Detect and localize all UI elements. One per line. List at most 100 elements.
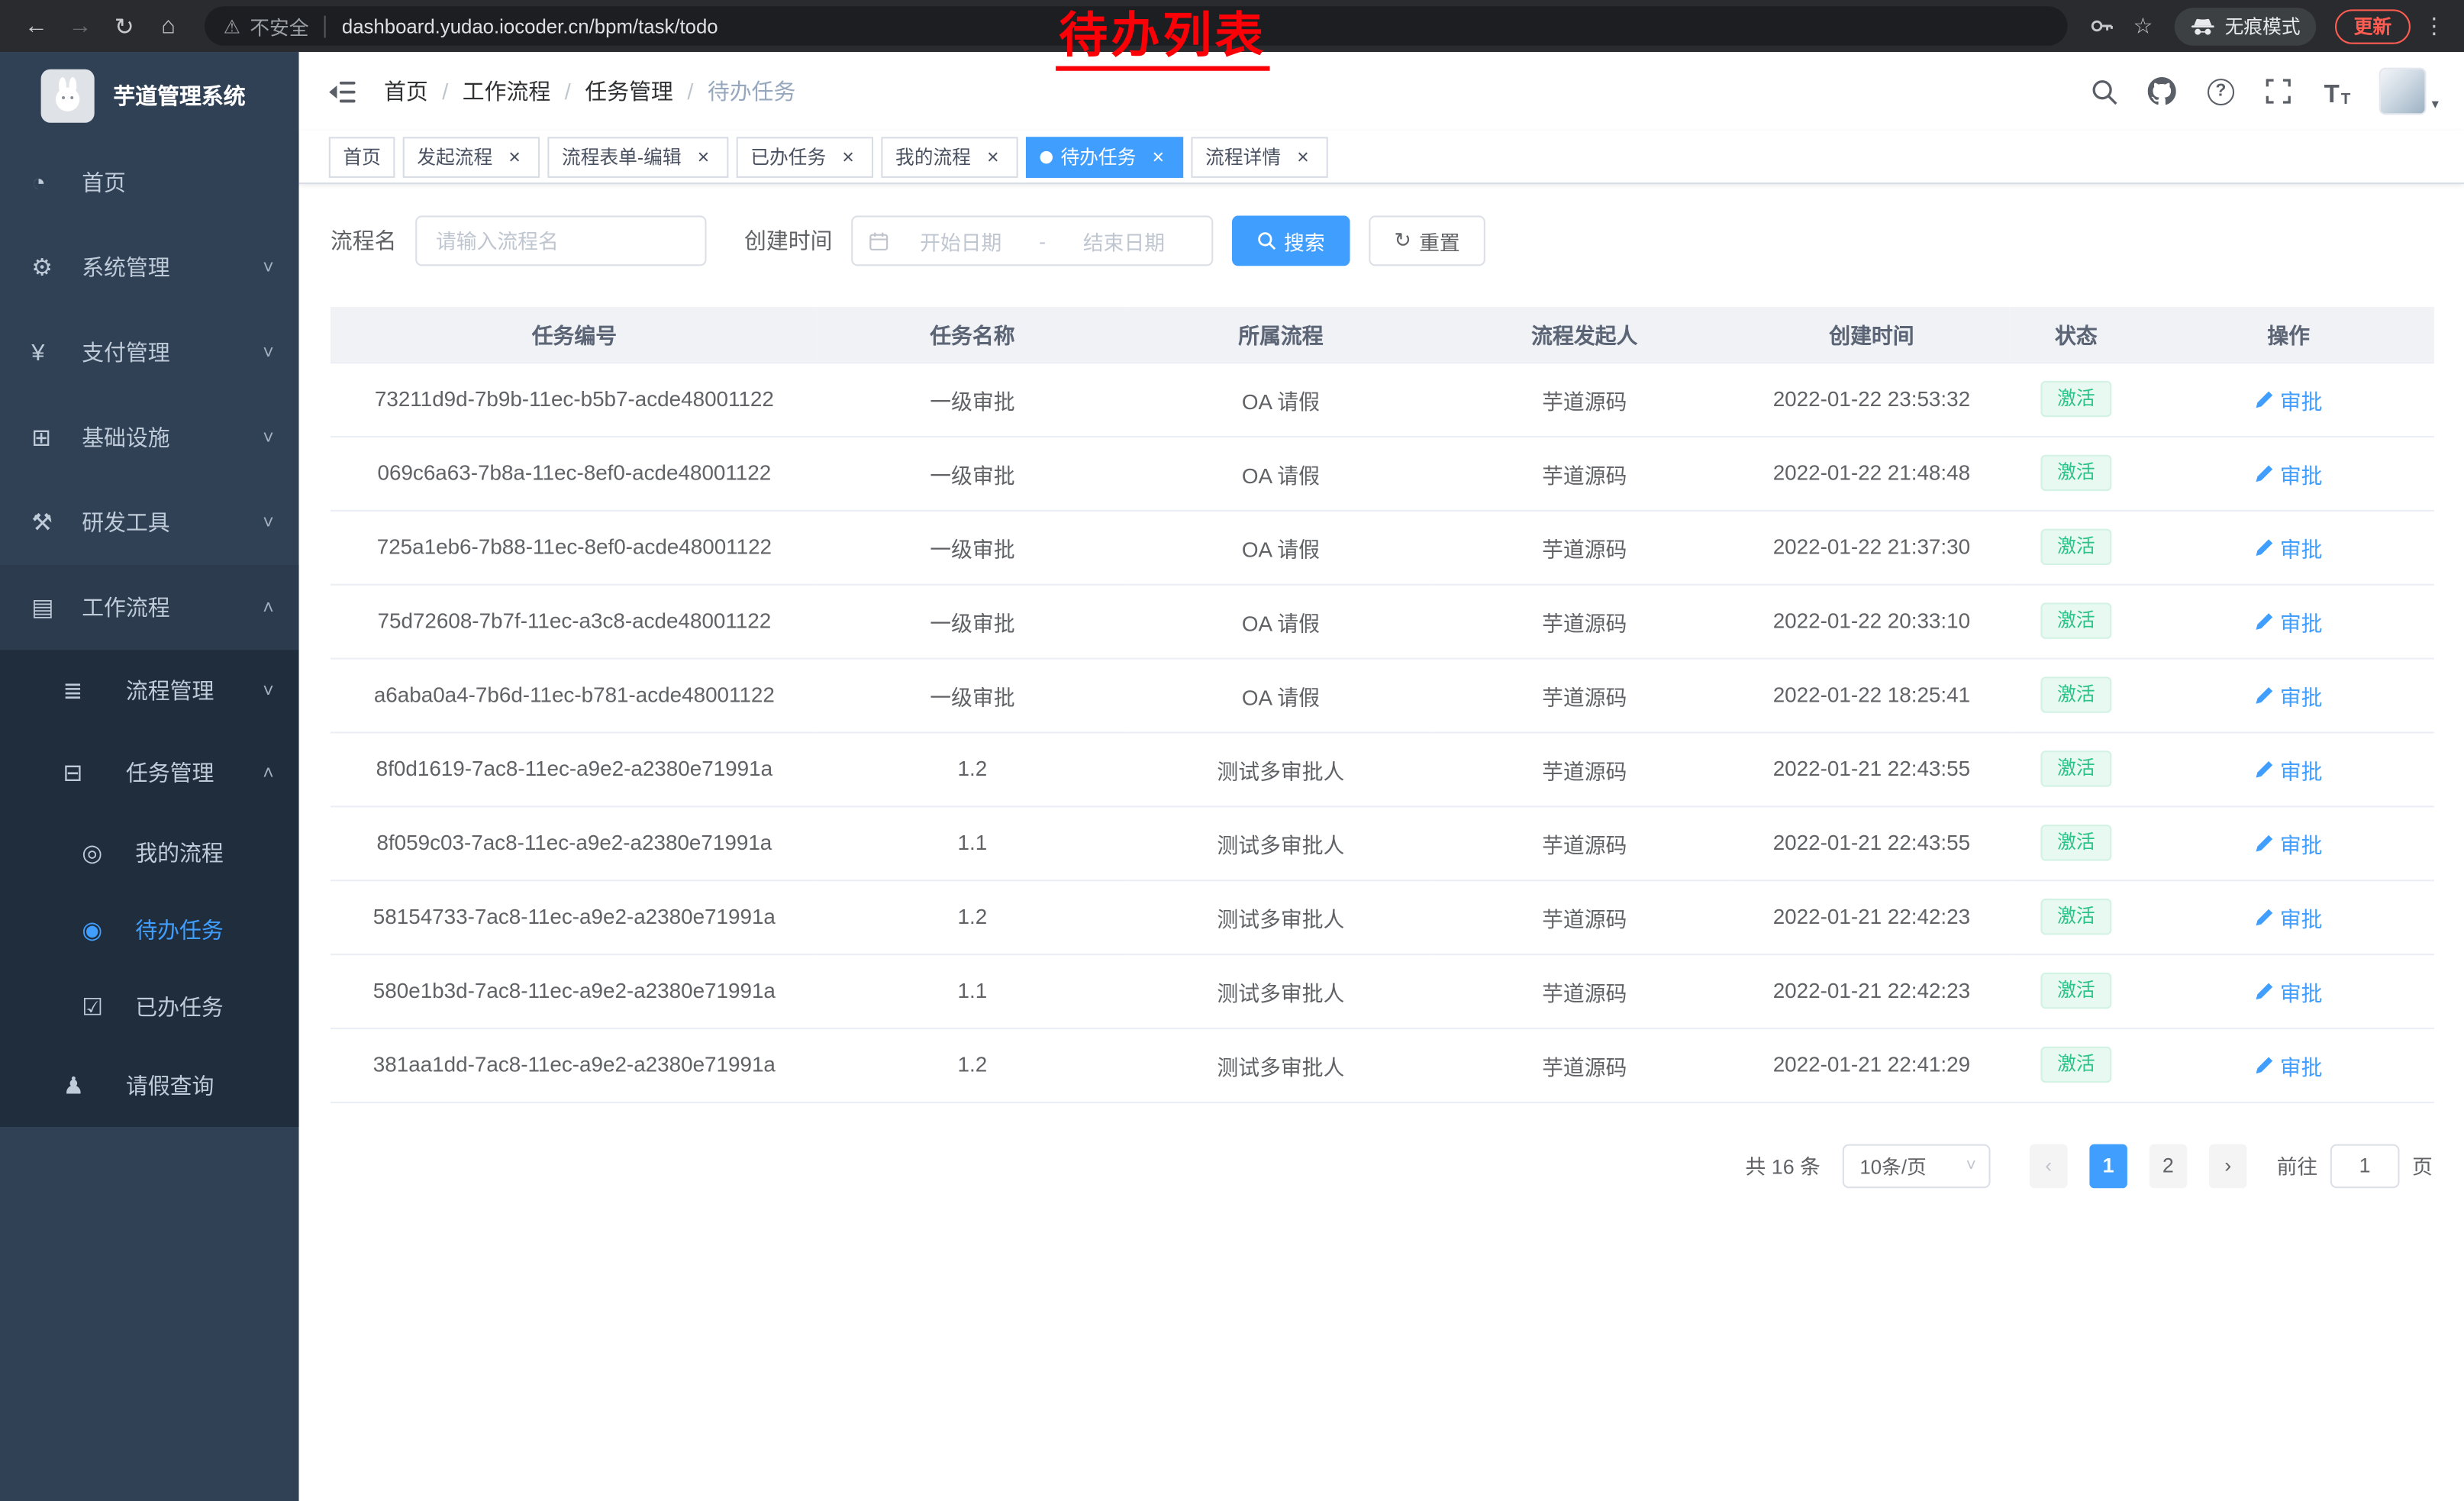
approve-link[interactable]: 审批 — [2255, 975, 2323, 1006]
sidebar-item-label: 支付管理 — [82, 337, 169, 368]
breadcrumb-item[interactable]: 首页 — [384, 76, 428, 107]
date-range-picker[interactable]: 开始日期 - 结束日期 — [851, 215, 1213, 266]
close-icon[interactable]: × — [837, 146, 859, 168]
close-icon[interactable]: × — [504, 146, 526, 168]
close-icon[interactable]: × — [1292, 146, 1314, 168]
approve-label: 审批 — [2280, 605, 2323, 637]
incognito-label: 无痕模式 — [2225, 12, 2301, 39]
approve-label: 审批 — [2280, 457, 2323, 489]
tab-label: 我的流程 — [895, 144, 971, 170]
approve-link[interactable]: 审批 — [2255, 827, 2323, 858]
sidebar-collapse-icon[interactable] — [324, 74, 359, 108]
sidebar-item-系统管理[interactable]: ⚙系统管理˅ — [0, 225, 299, 310]
approve-link[interactable]: 审批 — [2255, 383, 2323, 415]
page-button-2[interactable]: 2 — [2150, 1144, 2187, 1188]
cell-process: 测试多审批人 — [1127, 880, 1435, 954]
approve-link[interactable]: 审批 — [2255, 531, 2323, 563]
approve-link[interactable]: 审批 — [2255, 753, 2323, 784]
search-icon[interactable] — [2088, 74, 2120, 108]
cell-id: 75d72608-7b7f-11ec-a3c8-acde48001122 — [331, 584, 818, 658]
tab-发起流程[interactable]: 发起流程× — [403, 136, 540, 177]
tab-label: 流程详情 — [1205, 144, 1281, 170]
cell-name: 1.1 — [818, 954, 1127, 1028]
fullscreen-icon[interactable] — [2263, 74, 2295, 108]
help-icon[interactable]: ? — [2205, 74, 2237, 108]
browser-back-icon[interactable]: ← — [16, 5, 57, 47]
tab-我的流程[interactable]: 我的流程 × — [881, 136, 1018, 177]
sidebar-item-支付管理[interactable]: ¥支付管理˅ — [0, 310, 299, 395]
close-icon[interactable]: × — [1147, 146, 1169, 168]
prev-page-button[interactable]: ‹ — [2030, 1144, 2067, 1188]
cell-action: 审批 — [2143, 805, 2433, 880]
incognito-badge[interactable]: 无痕模式 — [2175, 7, 2317, 44]
approve-link[interactable]: 审批 — [2255, 1049, 2323, 1080]
tab-label: 已办任务 — [750, 144, 826, 170]
pagination: 共 16 条 10条/页 ˅ ‹ 12 › 前往 页 — [331, 1144, 2433, 1188]
sidebar-item-研发工具[interactable]: ⚒研发工具˅ — [0, 480, 299, 565]
sidebar-item-基础设施[interactable]: ⊞基础设施˅ — [0, 395, 299, 479]
address-bar[interactable]: ⚠ 不安全 dashboard.yudao.iocoder.cn/bpm/tas… — [205, 6, 2068, 46]
github-icon[interactable] — [2147, 74, 2179, 108]
tab-待办任务[interactable]: 待办任务× — [1026, 136, 1183, 177]
close-icon[interactable]: × — [982, 146, 1004, 168]
tab-已办任务[interactable]: 已办任务 × — [737, 136, 873, 177]
sidebar-item-工作流程[interactable]: ▤工作流程˄ — [0, 565, 299, 650]
column-header-所属流程: 所属流程 — [1127, 307, 1435, 362]
breadcrumb-item[interactable]: 任务管理 — [585, 76, 672, 107]
browser-menu-icon[interactable]: ⋮ — [2420, 12, 2448, 39]
next-page-button[interactable]: › — [2209, 1144, 2246, 1188]
main-panel: 首页/工作流程/任务管理/待办任务 ? — [299, 52, 2464, 1501]
cell-action: 审批 — [2143, 584, 2433, 658]
approve-link[interactable]: 审批 — [2255, 901, 2323, 932]
sidebar-item-任务管理[interactable]: ⊟任务管理˄ — [0, 732, 299, 814]
browser-refresh-icon[interactable]: ↻ — [104, 5, 145, 47]
app-logo[interactable]: 芋道管理系统 — [0, 52, 299, 140]
password-key-icon[interactable] — [2083, 7, 2121, 44]
bookmark-star-icon[interactable]: ☆ — [2124, 7, 2162, 44]
omnibox-divider — [324, 15, 326, 37]
approve-link[interactable]: 审批 — [2255, 457, 2323, 489]
cell-starter: 芋道源码 — [1435, 954, 1734, 1028]
approve-link[interactable]: 审批 — [2255, 605, 2323, 637]
close-icon[interactable]: × — [692, 146, 714, 168]
goto-page-input[interactable] — [2330, 1144, 2400, 1188]
reset-button[interactable]: ↻ 重置 — [1369, 215, 1485, 266]
status-badge: 激活 — [2042, 1047, 2111, 1082]
font-size-icon[interactable]: TT — [2321, 74, 2353, 108]
breadcrumb-separator: / — [442, 79, 448, 104]
cell-process: 测试多审批人 — [1127, 732, 1435, 806]
tab-流程详情[interactable]: 流程详情 × — [1192, 136, 1328, 177]
process-name-input[interactable] — [415, 215, 706, 266]
task-table: 任务编号任务名称所属流程流程发起人创建时间状态操作 73211d9d-7b9b-… — [331, 307, 2434, 1102]
cell-starter: 芋道源码 — [1435, 510, 1734, 584]
chevron-up-icon: ˄ — [263, 596, 273, 618]
tab-label: 首页 — [343, 144, 381, 170]
sidebar-item-我的流程[interactable]: ◎我的流程 — [0, 814, 299, 891]
tab-首页[interactable]: 首页 — [329, 136, 395, 177]
sidebar-item-流程管理[interactable]: ≣流程管理˅ — [0, 650, 299, 731]
approve-link[interactable]: 审批 — [2255, 679, 2323, 710]
user-menu[interactable]: ▾ — [2380, 68, 2439, 115]
page-button-1[interactable]: 1 — [2089, 1144, 2127, 1188]
status-badge: 激活 — [2042, 529, 2111, 564]
incognito-spy-icon — [2190, 17, 2215, 36]
cell-time: 2022-01-22 18:25:41 — [1734, 658, 2010, 732]
sidebar-item-请假查询[interactable]: ♟请假查询 — [0, 1045, 299, 1127]
tab-流程表单-编辑[interactable]: 流程表单-编辑× — [547, 136, 728, 177]
search-button[interactable]: 搜索 — [1232, 215, 1350, 266]
cell-name: 1.2 — [818, 880, 1127, 954]
page-size-select[interactable]: 10条/页 ˅ — [1843, 1144, 1991, 1188]
app-frame: 芋道管理系统 ◔首页⚙系统管理˅¥支付管理˅⊞基础设施˅⚒研发工具˅▤工作流程˄… — [0, 52, 2464, 1501]
sidebar-item-已办任务[interactable]: ☑已办任务 — [0, 968, 299, 1045]
browser-forward-icon[interactable]: → — [60, 5, 101, 47]
security-label: 不安全 — [250, 11, 308, 40]
cell-process: OA 请假 — [1127, 510, 1435, 584]
breadcrumb-item[interactable]: 工作流程 — [463, 76, 550, 107]
sidebar-item-首页[interactable]: ◔首页 — [0, 140, 299, 224]
cell-starter: 芋道源码 — [1435, 1028, 1734, 1102]
table-row: 8f0d1619-7ac8-11ec-a9e2-a2380e71991a1.2测… — [331, 732, 2434, 806]
sidebar-item-待办任务[interactable]: ◉待办任务 — [0, 891, 299, 968]
breadcrumb-item: 待办任务 — [708, 76, 795, 107]
browser-home-icon[interactable]: ⌂ — [148, 5, 189, 47]
update-button[interactable]: 更新 — [2335, 8, 2411, 43]
